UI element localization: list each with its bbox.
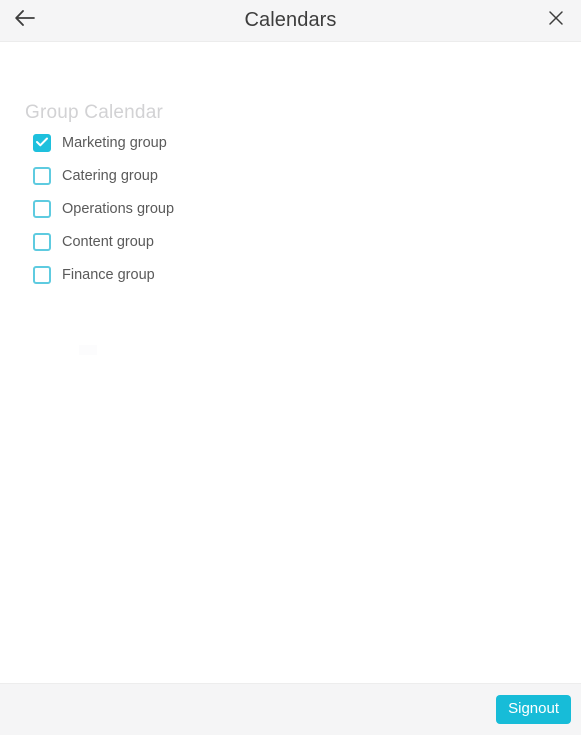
calendar-label: Finance group (62, 266, 155, 283)
list-item[interactable]: Marketing group (0, 126, 581, 159)
app-footer: Signout (0, 683, 581, 735)
calendar-checkbox[interactable] (33, 166, 51, 185)
list-item[interactable]: Finance group (0, 258, 581, 291)
calendars-screen: Calendars Group Calendar Marketing group… (0, 0, 581, 735)
signout-button[interactable]: Signout (496, 695, 571, 724)
close-icon (548, 10, 564, 31)
calendar-list: Marketing group Catering group Operation… (0, 126, 581, 291)
calendar-checkbox[interactable] (33, 232, 51, 251)
list-item[interactable]: Catering group (0, 159, 581, 192)
render-artifact (79, 345, 97, 355)
calendar-label: Catering group (62, 167, 158, 184)
calendar-checkbox[interactable] (33, 265, 51, 284)
close-button[interactable] (540, 0, 572, 41)
calendar-checkbox[interactable] (33, 133, 51, 152)
calendars-content: Group Calendar Marketing group Catering … (0, 42, 581, 683)
calendar-label: Marketing group (62, 134, 167, 151)
calendar-label: Content group (62, 233, 154, 250)
app-header: Calendars (0, 0, 581, 42)
list-item[interactable]: Content group (0, 225, 581, 258)
back-button[interactable] (8, 0, 42, 41)
list-item[interactable]: Operations group (0, 192, 581, 225)
calendar-checkbox[interactable] (33, 199, 51, 218)
check-icon (36, 134, 48, 152)
section-title: Group Calendar (25, 102, 163, 123)
page-title: Calendars (244, 9, 337, 31)
arrow-left-icon (14, 9, 36, 32)
calendar-label: Operations group (62, 200, 175, 217)
